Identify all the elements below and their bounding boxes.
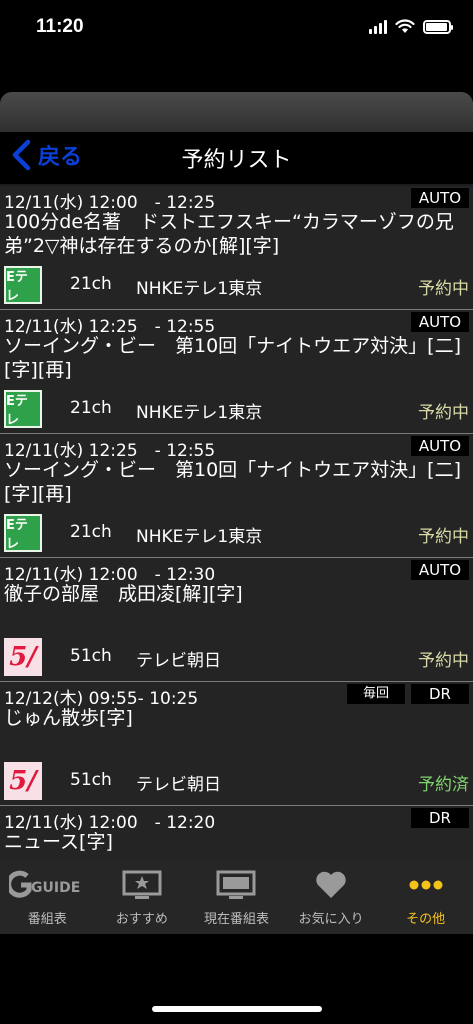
reservation-status: 予約中 [418, 279, 469, 299]
tv-asahi-logo-icon: 5/ [4, 762, 42, 800]
repeat-badge: 毎回 [347, 684, 405, 704]
tab-gguide-logo[interactable]: GUIDE 番組表 [0, 860, 95, 934]
program-title: 徹子の部屋 成田凌[解][字] [4, 583, 243, 605]
tab-bar: GUIDE 番組表 おすすめ 現在番組表 お気に入り その他 [0, 860, 473, 934]
heart-icon [315, 870, 347, 900]
channel-number: 21ch [70, 398, 112, 418]
tab-label: 現在番組表 [203, 912, 269, 927]
reservation-status: 予約中 [418, 651, 469, 671]
reservation-row[interactable]: 12/11(水) 12:00 - 12:30 AUTO 徹子の部屋 成田凌[解][字… [0, 558, 473, 682]
etele-logo-icon: Eテレ [4, 266, 42, 304]
wifi-icon [395, 19, 415, 33]
channel-number: 21ch [70, 274, 112, 294]
page-title: 予約リスト [181, 148, 292, 173]
program-title: 100分de名著 ドストエフスキー“カラマーゾフの兄弟”2▽神は存在するのか[解… [4, 211, 454, 257]
channel-number: 51ch [70, 646, 112, 666]
reservation-row[interactable]: 12/11(水) 12:00 - 12:25 AUTO 100分de名著 ドストエフ… [0, 186, 473, 310]
status-icons [369, 19, 453, 34]
reservation-row[interactable]: 12/12(木) 09:55- 10:25 毎回 DR じゅん散歩[字] 5/51ch テ… [0, 682, 473, 806]
tab-heart[interactable]: お気に入り [284, 860, 379, 934]
tv-icon [215, 870, 257, 900]
status-bar: 11:20 [0, 0, 473, 56]
tab-more-dots[interactable]: その他 [378, 860, 473, 934]
etele-logo-icon: Eテレ [4, 390, 42, 428]
dr-badge: DR [411, 808, 469, 828]
tv-asahi-logo-icon: 5/ [4, 638, 42, 676]
etele-logo-icon: Eテレ [4, 514, 42, 552]
reservation-row[interactable]: 12/11(水) 12:25 - 12:55 AUTO ソーイング・ビー 第10回「… [0, 310, 473, 434]
dr-badge: DR [411, 684, 469, 704]
reservation-list: 12/11(水) 12:00 - 12:25 AUTO 100分de名著 ドストエフ… [0, 186, 473, 930]
auto-badge: AUTO [411, 560, 469, 580]
station-name: NHKEテレ1東京 [136, 527, 263, 547]
tab-tv[interactable]: 現在番組表 [189, 860, 284, 934]
status-time: 11:20 [36, 16, 84, 37]
battery-icon [423, 19, 453, 34]
tab-label: その他 [406, 912, 446, 927]
tab-tv-star[interactable]: おすすめ [95, 860, 190, 934]
channel-number: 21ch [70, 522, 112, 542]
reservation-row[interactable]: 12/11(水) 12:25 - 12:55 AUTO ソーイング・ビー 第10回「… [0, 434, 473, 558]
reservation-sheet: 戻る 予約リスト 12/11(水) 12:00 - 12:25 AUTO 100分d… [0, 92, 473, 934]
battery-level [426, 22, 447, 31]
auto-badge: AUTO [411, 436, 469, 456]
cellular-signal-icon [369, 19, 387, 34]
program-title: ソーイング・ビー 第10回「ナイトウエア対決」[二][字][再] [4, 459, 462, 505]
navigation-bar: 戻る 予約リスト [0, 132, 473, 184]
program-title: ソーイング・ビー 第10回「ナイトウエア対決」[二][字][再] [4, 335, 462, 381]
gguide-logo-icon: GUIDE [9, 870, 85, 900]
tv-star-icon [121, 870, 163, 900]
station-name: テレビ朝日 [136, 775, 221, 795]
more-dots-icon [406, 870, 446, 900]
station-name: NHKEテレ1東京 [136, 279, 263, 299]
channel-number: 51ch [70, 770, 112, 790]
home-indicator [152, 1006, 322, 1012]
program-title: ニュース[字] [4, 831, 113, 853]
program-title: じゅん散歩[字] [4, 707, 133, 729]
tab-label: おすすめ [115, 912, 168, 927]
auto-badge: AUTO [411, 312, 469, 332]
gguide-logo-text: GUIDE [31, 880, 80, 896]
station-name: テレビ朝日 [136, 651, 221, 671]
reservation-status: 予約済 [418, 775, 469, 795]
station-name: NHKEテレ1東京 [136, 403, 263, 423]
tab-label: 番組表 [27, 912, 67, 927]
tab-label: お気に入り [298, 912, 364, 927]
reservation-status: 予約中 [418, 527, 469, 547]
reservation-status: 予約中 [418, 403, 469, 423]
auto-badge: AUTO [411, 188, 469, 208]
